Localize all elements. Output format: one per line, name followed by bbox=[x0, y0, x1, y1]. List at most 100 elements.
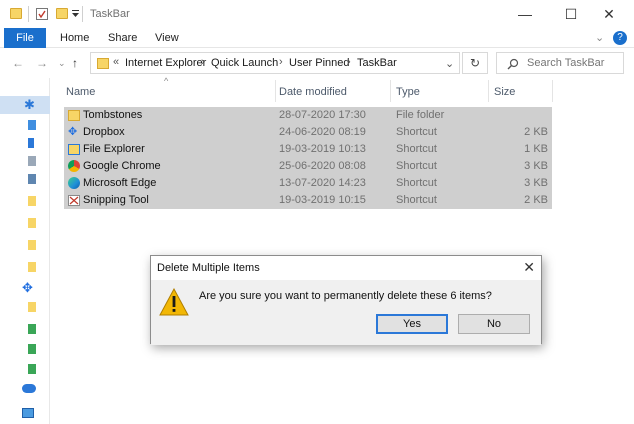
expand-ribbon-icon[interactable]: ⌄ bbox=[595, 28, 604, 48]
dialog-close-icon[interactable]: ✕ bbox=[523, 259, 535, 276]
dialog-title: Delete Multiple Items bbox=[157, 262, 260, 274]
folder-icon bbox=[10, 8, 22, 19]
divider bbox=[28, 6, 29, 22]
dropbox-shortcut-icon: ✥ bbox=[68, 126, 78, 138]
file-name: Tombstones bbox=[83, 109, 143, 121]
file-date: 24-06-2020 08:19 bbox=[279, 126, 366, 138]
search-icon bbox=[507, 58, 519, 70]
breadcrumb-internet-explorer[interactable]: Internet Explorer bbox=[125, 57, 206, 69]
yes-button[interactable]: Yes bbox=[376, 314, 448, 334]
refresh-icon: ↻ bbox=[469, 56, 481, 70]
close-button[interactable]: ✕ bbox=[586, 0, 632, 28]
minimize-button[interactable]: — bbox=[502, 0, 548, 28]
column-header-row: ^ Name Date modified Type Size bbox=[52, 76, 554, 102]
tab-share[interactable]: Share bbox=[108, 28, 137, 48]
warning-icon bbox=[159, 288, 189, 316]
chevron-right-icon[interactable]: › bbox=[201, 56, 205, 68]
folder-icon[interactable] bbox=[28, 218, 36, 228]
customize-quick-access-icon[interactable] bbox=[72, 9, 80, 19]
breadcrumb-taskbar[interactable]: TaskBar bbox=[357, 57, 397, 69]
search-box[interactable] bbox=[496, 52, 624, 74]
column-header-type[interactable]: Type bbox=[396, 86, 420, 98]
file-row[interactable]: Microsoft Edge 13-07-2020 14:23 Shortcut… bbox=[64, 175, 552, 192]
file-row[interactable]: Snipping Tool 19-03-2019 10:15 Shortcut … bbox=[64, 192, 552, 209]
search-input[interactable] bbox=[527, 55, 619, 71]
file-row[interactable]: Tombstones 28-07-2020 17:30 File folder bbox=[64, 107, 552, 124]
synced-folder-icon[interactable] bbox=[28, 324, 36, 334]
file-date: 25-06-2020 08:08 bbox=[279, 160, 366, 172]
edge-shortcut-icon bbox=[68, 177, 80, 189]
dropbox-icon[interactable]: ✥ bbox=[22, 280, 33, 296]
folder-icon[interactable] bbox=[28, 240, 36, 250]
dialog-message: Are you sure you want to permanently del… bbox=[199, 290, 492, 302]
file-size: 3 KB bbox=[524, 177, 548, 189]
synced-folder-icon[interactable] bbox=[28, 344, 36, 354]
tab-view[interactable]: View bbox=[155, 28, 179, 48]
column-header-date-modified[interactable]: Date modified bbox=[279, 86, 347, 98]
synced-folder-icon[interactable] bbox=[28, 364, 36, 374]
chevron-right-icon[interactable]: › bbox=[279, 56, 283, 68]
divider bbox=[82, 6, 83, 22]
file-size: 2 KB bbox=[524, 194, 548, 206]
column-header-size[interactable]: Size bbox=[494, 86, 515, 98]
delete-confirmation-dialog: Delete Multiple Items ✕ Are you sure you… bbox=[150, 255, 542, 345]
desktop-icon[interactable] bbox=[28, 120, 36, 130]
chevron-right-icon[interactable]: › bbox=[347, 56, 351, 68]
back-arrow-icon[interactable]: ← bbox=[12, 56, 24, 70]
column-divider[interactable] bbox=[552, 80, 553, 102]
navigation-pane[interactable]: ✱ ✥ bbox=[0, 78, 50, 424]
file-row[interactable]: Google Chrome 25-06-2020 08:08 Shortcut … bbox=[64, 158, 552, 175]
file-row[interactable]: File Explorer 19-03-2019 10:13 Shortcut … bbox=[64, 141, 552, 158]
tab-file[interactable]: File bbox=[4, 28, 46, 48]
properties-icon[interactable] bbox=[36, 8, 48, 20]
breadcrumb-user-pinned[interactable]: User Pinned bbox=[289, 57, 350, 69]
no-button[interactable]: No bbox=[458, 314, 530, 334]
file-name: File Explorer bbox=[83, 143, 145, 155]
help-icon[interactable]: ? bbox=[613, 31, 627, 45]
downloads-icon[interactable] bbox=[28, 138, 34, 148]
pin-icon: ✱ bbox=[24, 97, 35, 112]
file-size: 3 KB bbox=[524, 160, 548, 172]
file-date: 19-03-2019 10:15 bbox=[279, 194, 366, 206]
up-arrow-icon[interactable]: ↑ bbox=[72, 56, 78, 70]
window-title: TaskBar bbox=[90, 8, 130, 20]
folder-icon[interactable] bbox=[28, 262, 36, 272]
folder-icon[interactable] bbox=[28, 196, 36, 206]
column-header-name[interactable]: Name bbox=[66, 86, 95, 98]
address-dropdown-icon[interactable]: ⌄ bbox=[445, 57, 454, 70]
file-type: Shortcut bbox=[396, 177, 437, 189]
pictures-icon[interactable] bbox=[28, 174, 36, 184]
file-size: 1 KB bbox=[524, 143, 548, 155]
snipping-tool-shortcut-icon bbox=[68, 195, 80, 206]
nav-item-quick-access[interactable]: ✱ bbox=[0, 96, 50, 114]
tab-home[interactable]: Home bbox=[60, 28, 89, 48]
chrome-shortcut-icon bbox=[68, 160, 80, 172]
file-type: File folder bbox=[396, 109, 445, 121]
forward-arrow-icon[interactable]: → bbox=[36, 56, 48, 70]
onedrive-icon[interactable] bbox=[22, 384, 36, 393]
file-row[interactable]: ✥ Dropbox 24-06-2020 08:19 Shortcut 2 KB bbox=[64, 124, 552, 141]
documents-icon[interactable] bbox=[28, 156, 36, 166]
column-divider[interactable] bbox=[275, 80, 276, 102]
recent-locations-icon[interactable]: ⌄ bbox=[58, 58, 66, 69]
file-name: Snipping Tool bbox=[83, 194, 149, 206]
file-date: 13-07-2020 14:23 bbox=[279, 177, 366, 189]
column-divider[interactable] bbox=[488, 80, 489, 102]
overflow-breadcrumb-icon[interactable]: « bbox=[113, 56, 119, 68]
file-type: Shortcut bbox=[396, 160, 437, 172]
file-explorer-shortcut-icon bbox=[68, 144, 80, 155]
file-type: Shortcut bbox=[396, 194, 437, 206]
this-pc-icon[interactable] bbox=[22, 408, 34, 418]
folder-icon bbox=[97, 58, 109, 69]
new-folder-icon[interactable] bbox=[56, 8, 68, 19]
ribbon-tabs: File Home Share View ⌄ ? bbox=[0, 28, 634, 48]
file-date: 19-03-2019 10:13 bbox=[279, 143, 366, 155]
address-bar[interactable]: « Internet Explorer › Quick Launch › Use… bbox=[90, 52, 460, 74]
breadcrumb-quick-launch[interactable]: Quick Launch bbox=[211, 57, 278, 69]
file-name: Google Chrome bbox=[83, 160, 161, 172]
refresh-button[interactable]: ↻ bbox=[462, 52, 488, 74]
dialog-body: Are you sure you want to permanently del… bbox=[151, 280, 541, 345]
file-name: Dropbox bbox=[83, 126, 125, 138]
folder-icon[interactable] bbox=[28, 302, 36, 312]
column-divider[interactable] bbox=[390, 80, 391, 102]
